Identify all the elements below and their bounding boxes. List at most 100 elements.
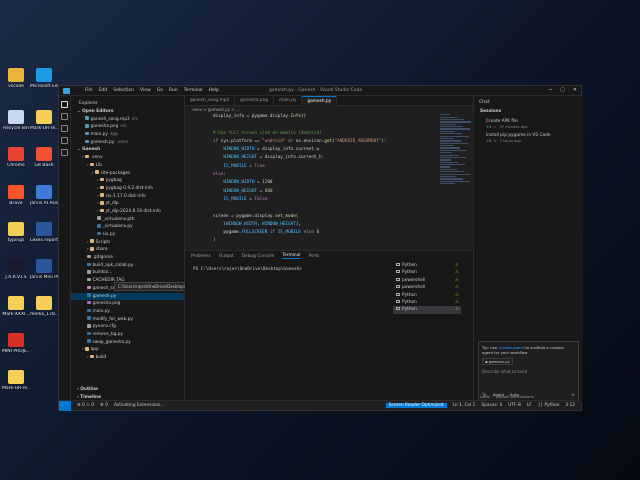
tree-item[interactable]: build_apk_colab.py <box>71 262 184 270</box>
panel-tab-terminal[interactable]: Terminal <box>282 253 301 259</box>
tree-item[interactable]: .gitignore <box>71 254 184 262</box>
tree-item[interactable]: › site-packages <box>71 170 184 178</box>
desktop-icon[interactable]: media_178... <box>30 296 58 318</box>
menu-file[interactable]: File <box>85 88 93 93</box>
tree-item[interactable]: › pygbag-0.9.2.dist-info <box>71 185 184 193</box>
tree-item[interactable]: pyvenv.cfg <box>71 323 184 331</box>
desktop-icon[interactable]: Recycle Bin <box>2 110 30 132</box>
menu-terminal[interactable]: Terminal <box>184 88 203 93</box>
tree-item[interactable]: › Lib <box>71 162 184 170</box>
remote-indicator-icon[interactable] <box>59 400 71 411</box>
chat-input[interactable]: Describe what to build <box>482 369 575 374</box>
tree-item[interactable]: › app <box>71 346 184 354</box>
desktop-icon[interactable]: Mark-XXXI... <box>2 296 30 318</box>
menu-run[interactable]: Run <box>169 88 178 93</box>
terminal-instance[interactable]: Python ⚠ <box>393 269 461 276</box>
desktop-icon[interactable]: J.A.R.V.I.S <box>2 259 30 281</box>
tree-item[interactable]: › six-1.17.0.dist-info <box>71 193 184 201</box>
send-icon[interactable]: ➤ <box>572 392 575 397</box>
menu-edit[interactable]: Edit <box>99 88 108 93</box>
chat-bottom-item[interactable]: Local <box>480 394 490 399</box>
open-editor-item[interactable]: ganesha.png src <box>71 123 184 131</box>
source-control-icon[interactable] <box>61 125 68 132</box>
desktop-icon[interactable]: Microsoft Edge <box>30 68 58 90</box>
open-editor-item[interactable]: ganesh_song.mp3 src <box>71 116 184 124</box>
extensions-icon[interactable] <box>61 149 68 156</box>
terminal-instance[interactable]: Python ⚠ <box>393 292 461 299</box>
tree-item[interactable]: six.py <box>71 231 184 239</box>
status-item[interactable]: UTF-8 <box>508 403 521 408</box>
desktop-icon[interactable]: Brave <box>2 185 30 207</box>
menu-help[interactable]: Help <box>209 88 219 93</box>
editor-tab[interactable]: main.py <box>274 96 303 106</box>
menu-view[interactable]: View <box>140 88 151 93</box>
search-icon[interactable] <box>61 113 68 120</box>
tree-item[interactable]: › .venv <box>71 154 184 162</box>
terminal-instance[interactable]: powershell ⚠ <box>393 284 461 291</box>
terminal-instance[interactable]: Python ⚠ <box>393 299 461 306</box>
open-editor-item[interactable]: gamesh.py .venv <box>71 139 184 147</box>
tree-item[interactable]: › pygbag <box>71 177 184 185</box>
tree-item[interactable]: › build <box>71 354 184 362</box>
context-file-chip[interactable]: ▪ gamesh.py <box>482 358 513 365</box>
minimize-icon[interactable]: ─ <box>549 87 552 93</box>
open-editors-section[interactable]: ⌄ Open Editors <box>71 108 184 116</box>
open-editor-item[interactable]: main.py app <box>71 131 184 139</box>
menu-go[interactable]: Go <box>157 88 163 93</box>
close-icon[interactable]: ✕ <box>573 87 577 93</box>
breadcrumb[interactable]: .venv > gamesh.py > ... <box>185 106 473 113</box>
minimap[interactable] <box>437 113 473 250</box>
outline-section[interactable]: › Outline <box>71 386 184 394</box>
panel-tab-debug-console[interactable]: Debug Console <box>242 254 275 259</box>
tree-item[interactable]: modify_for_web.py <box>71 316 184 324</box>
panel-tab-ports[interactable]: Ports <box>308 254 319 259</box>
maximize-icon[interactable]: ▢ <box>560 87 565 93</box>
desktop-icon[interactable]: vscode <box>2 68 30 90</box>
status-item[interactable]: ⚙ 0 <box>100 403 108 408</box>
chat-bottom-item[interactable]: Default permissions <box>496 394 534 399</box>
tree-item[interactable]: › yt_dlp <box>71 200 184 208</box>
editor-tab[interactable]: gamesh.py <box>302 96 338 106</box>
panel-tab-output[interactable]: Output <box>219 254 234 259</box>
tree-item[interactable]: › yt_dlp-2024.8.19.dist-info <box>71 208 184 216</box>
chat-session[interactable]: Create APK file +4 -1 · 37 minutes ago <box>474 117 583 131</box>
project-folder[interactable]: ⌄ Ganesh <box>71 146 184 154</box>
tree-item[interactable]: ganesha.png <box>71 300 184 308</box>
desktop-icon[interactable]: typings <box>2 222 30 244</box>
desktop-icon[interactable]: Git Bash <box>30 147 58 169</box>
run-debug-icon[interactable] <box>61 137 68 144</box>
chat-session[interactable]: Install pip pygame in VS Code +8 -4 · 3 h… <box>474 131 583 145</box>
desktop-icon[interactable]: Chrome <box>2 147 30 169</box>
status-item[interactable]: ⊗ 0 ⚠ 0 <box>77 403 94 408</box>
desktop-icon[interactable]: Jarvis Mini Project report <box>30 259 58 281</box>
panel-tab-problems[interactable]: Problems <box>191 254 211 259</box>
tree-item[interactable]: main.py <box>71 308 184 316</box>
tree-item[interactable]: _virtualenv.pth <box>71 216 184 224</box>
tree-item[interactable]: buildoz... <box>71 269 184 277</box>
editor-tab[interactable]: ganesha.png <box>235 96 275 106</box>
editor-tab[interactable]: ganesh_song.mp3 <box>185 96 236 106</box>
tree-item[interactable]: swap_ganesha.py <box>71 339 184 347</box>
desktop-icon[interactable]: Lexes report <box>30 222 58 244</box>
menu-selection[interactable]: Selection <box>113 88 134 93</box>
desktop-icon[interactable]: Mark-UR-re... <box>2 370 30 392</box>
status-item[interactable]: {} Python <box>538 403 560 408</box>
terminal-instance[interactable]: Python ⚠ <box>393 306 461 314</box>
status-item[interactable]: 3.12 <box>565 403 575 408</box>
explorer-icon[interactable] <box>61 101 68 108</box>
desktop-icon[interactable]: Jarvis AI Assistance <box>30 185 58 207</box>
code-editor[interactable]: display_info = pygame.display.Info() # Us… <box>185 113 473 250</box>
desktop-icon[interactable]: MINI PROJE... <box>2 333 30 355</box>
status-item[interactable]: Spaces: 4 <box>481 403 502 408</box>
status-item[interactable]: LF <box>527 403 532 408</box>
tree-item[interactable]: gamesh.py <box>71 292 184 301</box>
tree-item[interactable]: › share <box>71 246 184 254</box>
tree-item[interactable]: _virtualenv.py <box>71 223 184 231</box>
terminal-instance[interactable]: Python ⚠ <box>393 262 461 269</box>
screen-reader-status[interactable]: Screen Reader Optimized <box>385 403 447 408</box>
status-item[interactable]: Ln 1, Col 1 <box>453 403 476 408</box>
terminal-instance[interactable]: powershell ⚠ <box>393 277 461 284</box>
status-item[interactable]: Activating Extensions... <box>114 403 164 408</box>
tree-item[interactable]: › Scripts <box>71 239 184 247</box>
desktop-icon[interactable]: Mark-UR-re... <box>30 110 58 132</box>
